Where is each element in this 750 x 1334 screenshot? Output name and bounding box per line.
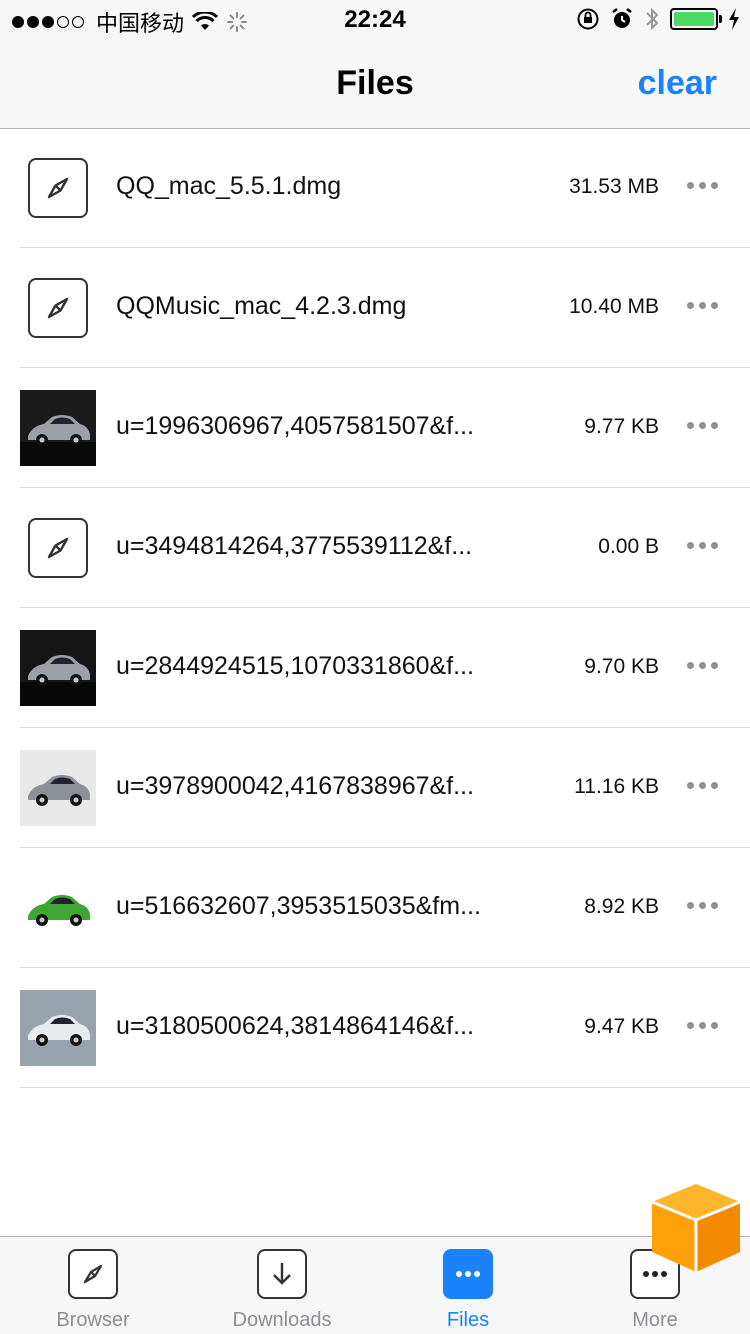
orientation-lock-icon: [577, 8, 599, 30]
file-row[interactable]: u=3494814264,3775539112&f... 0.00 B: [20, 488, 750, 608]
file-list: QQ_mac_5.5.1.dmg 31.53 MB QQMusic_mac_4.2.…: [0, 128, 750, 1088]
file-row[interactable]: u=3978900042,4167838967&f... 11.16 KB: [20, 728, 750, 848]
navigation-bar: Files clear: [0, 40, 750, 129]
more-options-button[interactable]: [687, 542, 718, 549]
file-size: 10.40 MB: [569, 295, 659, 318]
compass-icon: [28, 158, 88, 218]
tab-downloads[interactable]: Downloads: [192, 1249, 372, 1332]
file-size: 9.77 KB: [584, 415, 659, 438]
compass-icon: [68, 1249, 118, 1299]
file-size: 0.00 B: [598, 535, 659, 558]
ellipsis-icon: [443, 1249, 493, 1299]
compass-icon: [28, 278, 88, 338]
file-name: u=3180500624,3814864146&f...: [116, 1012, 474, 1040]
battery-icon: [670, 8, 722, 30]
bluetooth-icon: [646, 7, 659, 31]
more-options-button[interactable]: [687, 422, 718, 429]
file-row[interactable]: QQ_mac_5.5.1.dmg 31.53 MB: [20, 128, 750, 248]
status-bar: 中国移动 22:24: [0, 0, 750, 40]
file-name: QQ_mac_5.5.1.dmg: [116, 172, 342, 200]
file-size: 8.92 KB: [584, 895, 659, 918]
file-name: u=2844924515,1070331860&f...: [116, 652, 474, 680]
file-thumbnail: [20, 390, 96, 466]
more-options-button[interactable]: [687, 302, 718, 309]
file-row[interactable]: u=1996306967,4057581507&f... 9.77 KB: [20, 368, 750, 488]
file-size: 9.70 KB: [584, 655, 659, 678]
file-size: 11.16 KB: [574, 775, 659, 798]
clear-button[interactable]: clear: [638, 64, 717, 103]
more-options-button[interactable]: [687, 902, 718, 909]
file-name: u=1996306967,4057581507&f...: [116, 412, 474, 440]
file-thumbnail: [20, 990, 96, 1066]
file-size: 31.53 MB: [569, 175, 659, 198]
tab-label: Files: [446, 1309, 490, 1331]
file-name: QQMusic_mac_4.2.3.dmg: [116, 292, 407, 320]
file-thumbnail: [20, 750, 96, 826]
file-row[interactable]: u=2844924515,1070331860&f... 9.70 KB: [20, 608, 750, 728]
download-icon: [257, 1249, 307, 1299]
file-row[interactable]: u=516632607,3953515035&fm... 8.92 KB: [20, 848, 750, 968]
tab-files[interactable]: Files: [378, 1249, 558, 1332]
file-size: 9.47 KB: [584, 1015, 659, 1038]
more-options-button[interactable]: [687, 782, 718, 789]
floating-box-icon[interactable]: [648, 1182, 744, 1278]
compass-icon: [28, 518, 88, 578]
tab-browser[interactable]: Browser: [3, 1249, 183, 1332]
more-options-button[interactable]: [687, 1022, 718, 1029]
status-right: [576, 6, 740, 32]
file-thumbnail: [20, 630, 96, 706]
file-name: u=516632607,3953515035&fm...: [116, 892, 481, 920]
file-name: u=3978900042,4167838967&f...: [116, 772, 474, 800]
tab-label: Browser: [56, 1309, 130, 1331]
alarm-icon: [612, 8, 632, 28]
file-name: u=3494814264,3775539112&f...: [116, 532, 473, 560]
charging-bolt-icon: [729, 8, 739, 30]
more-options-button[interactable]: [687, 182, 718, 189]
file-row[interactable]: u=3180500624,3814864146&f... 9.47 KB: [20, 968, 750, 1088]
more-options-button[interactable]: [687, 662, 718, 669]
tab-label: Downloads: [232, 1309, 332, 1331]
file-row[interactable]: QQMusic_mac_4.2.3.dmg 10.40 MB: [20, 248, 750, 368]
tab-bar: Browser Downloads Files More: [0, 1236, 750, 1334]
file-thumbnail: [20, 870, 96, 946]
tab-label: More: [632, 1309, 678, 1331]
